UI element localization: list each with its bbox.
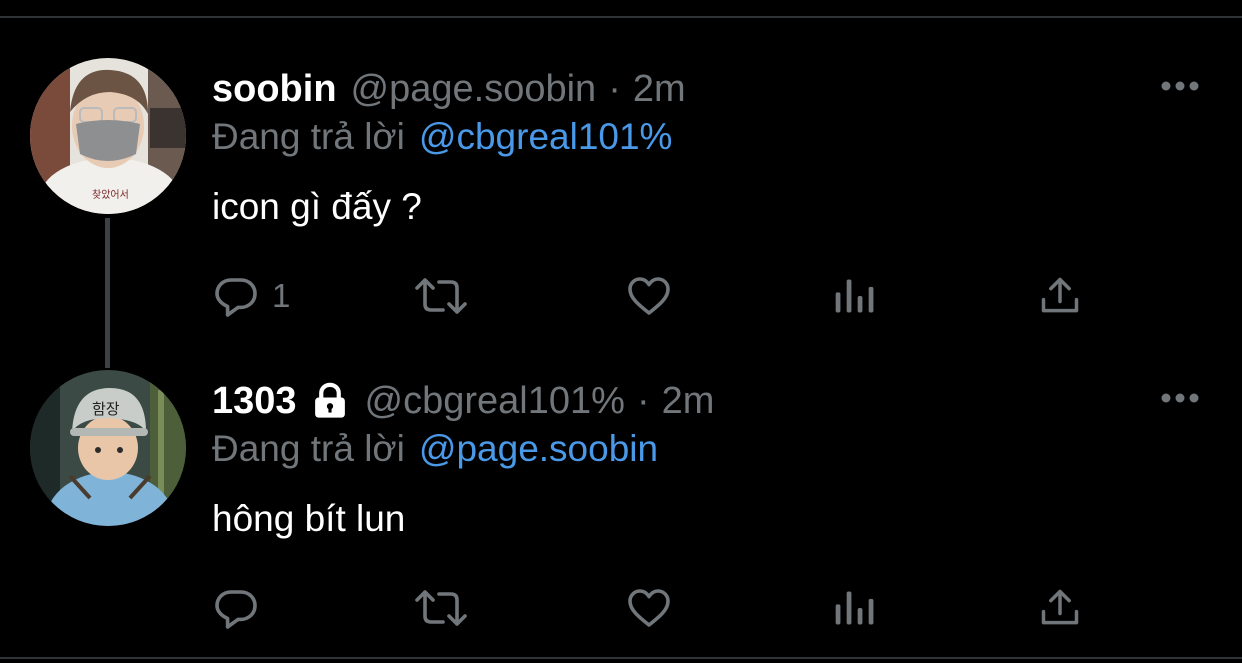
user-handle[interactable]: @cbgreal101% <box>365 380 625 423</box>
reply-icon <box>215 278 257 317</box>
reply-mention-link[interactable]: @cbgreal101% <box>419 116 673 157</box>
share-button[interactable] <box>1038 268 1082 324</box>
reply-button[interactable]: 1 <box>212 268 290 324</box>
reply-mention-link[interactable]: @page.soobin <box>419 428 658 469</box>
replying-to: Đang trả lời @page.soobin <box>212 428 658 470</box>
more-icon <box>1161 393 1199 403</box>
more-options-button[interactable] <box>1158 72 1202 100</box>
tweet-header: 1303 @cbgreal101% · 2m <box>212 378 714 424</box>
svg-text:찾았어서: 찾았어서 <box>92 189 129 201</box>
like-icon <box>628 589 670 627</box>
timestamp[interactable]: 2m <box>633 68 686 111</box>
like-icon <box>628 277 670 315</box>
retweet-button[interactable] <box>412 580 470 636</box>
timestamp[interactable]: 2m <box>662 380 715 423</box>
svg-text:함장: 함장 <box>92 400 120 418</box>
display-name[interactable]: soobin <box>212 68 337 111</box>
reply-count: 1 <box>272 277 291 314</box>
avatar-image: 찾았어서 <box>30 58 186 214</box>
views-icon <box>835 279 874 313</box>
views-button[interactable] <box>832 268 876 324</box>
views-icon <box>835 591 874 625</box>
reply-icon <box>215 590 257 629</box>
separator-dot: · <box>608 67 621 110</box>
like-button[interactable] <box>624 268 674 324</box>
avatar[interactable]: 함장 <box>30 370 186 526</box>
reply-button[interactable] <box>212 580 272 636</box>
bottom-divider <box>0 657 1242 663</box>
replying-to-label: Đang trả lời <box>212 428 405 469</box>
tweet[interactable]: 함장 1303 @cbgreal101% · 2m Đang trả lời @p… <box>0 370 1242 650</box>
share-button[interactable] <box>1038 580 1082 636</box>
tweet-text: icon gì đấy ? <box>212 186 422 227</box>
like-button[interactable] <box>624 580 674 636</box>
views-button[interactable] <box>832 580 876 636</box>
separator-dot: · <box>636 379 650 422</box>
share-icon <box>1041 277 1079 313</box>
tweet-header: soobin @page.soobin · 2m <box>212 66 686 112</box>
retweet-icon <box>415 278 467 314</box>
avatar-image: 함장 <box>30 370 186 526</box>
tweet-actions: 1 <box>212 268 1202 324</box>
more-options-button[interactable] <box>1158 384 1202 412</box>
replying-to: Đang trả lời @cbgreal101% <box>212 116 672 158</box>
replying-to-label: Đang trả lời <box>212 116 405 157</box>
retweet-button[interactable] <box>412 268 470 324</box>
tweet-actions <box>212 580 1202 636</box>
tweet-text: hông bít lun <box>212 498 406 539</box>
share-icon <box>1041 589 1079 625</box>
avatar[interactable]: 찾았어서 <box>30 58 186 214</box>
lock-icon <box>309 380 351 422</box>
top-divider <box>0 0 1242 18</box>
display-name[interactable]: 1303 <box>212 380 297 423</box>
user-handle[interactable]: @page.soobin <box>351 68 597 111</box>
tweet[interactable]: 찾았어서 soobin @page.soobin · 2m Đang trả l… <box>0 58 1242 348</box>
more-icon <box>1161 81 1199 91</box>
retweet-icon <box>415 590 467 626</box>
